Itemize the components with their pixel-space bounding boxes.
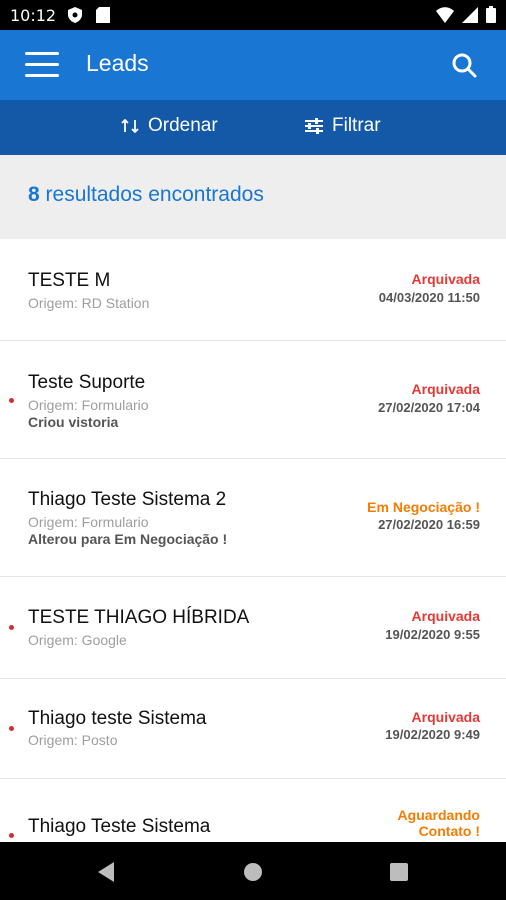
shield-icon bbox=[68, 7, 82, 23]
results-summary: 8 resultados encontrados bbox=[0, 155, 506, 239]
sort-filter-bar: Ordenar Filtrar bbox=[0, 100, 506, 155]
lead-status: Aguardando Contato ! bbox=[398, 807, 480, 839]
lead-date: 19/02/2020 9:49 bbox=[385, 727, 480, 742]
lead-status-line: Contato ! bbox=[418, 823, 480, 839]
lead-activity: Alterou para Em Negociação ! bbox=[28, 531, 228, 547]
lead-origin: Origem: Formulario bbox=[28, 397, 149, 413]
results-label: resultados encontrados bbox=[45, 183, 264, 206]
lead-item[interactable]: Teste Suporte Origem: Formulario Criou v… bbox=[0, 341, 506, 459]
navigation-bar bbox=[0, 842, 506, 900]
lead-date: 27/02/2020 17:04 bbox=[378, 400, 480, 415]
lead-origin: Origem: Google bbox=[28, 632, 127, 648]
lead-name: Thiago Teste Sistema bbox=[28, 816, 211, 837]
lead-status: Arquivada bbox=[411, 271, 480, 287]
lead-name: TESTE M bbox=[28, 270, 111, 291]
filter-button[interactable]: Filtrar bbox=[304, 115, 381, 137]
sort-icon bbox=[121, 119, 139, 133]
lead-date: 19/02/2020 9:55 bbox=[385, 627, 480, 642]
filter-icon bbox=[305, 118, 323, 134]
lead-status: Em Negociação ! bbox=[367, 499, 480, 515]
sort-button[interactable]: Ordenar bbox=[120, 115, 218, 137]
lead-item[interactable]: Thiago Teste Sistema Aguardando Contato … bbox=[0, 779, 506, 842]
lead-origin: Origem: Posto bbox=[28, 732, 118, 748]
lead-name: Teste Suporte bbox=[28, 372, 146, 393]
menu-icon[interactable] bbox=[25, 52, 59, 78]
results-count: 8 bbox=[28, 183, 40, 206]
lead-origin: Origem: RD Station bbox=[28, 295, 150, 311]
lead-name: TESTE THIAGO HÍBRIDA bbox=[28, 607, 250, 628]
filter-label: Filtrar bbox=[332, 115, 381, 136]
app-bar: Leads bbox=[0, 30, 506, 100]
lead-status: Arquivada bbox=[411, 608, 480, 624]
lead-status: Arquivada bbox=[411, 709, 480, 725]
wifi-icon bbox=[436, 6, 454, 23]
lead-item[interactable]: TESTE THIAGO HÍBRIDA Origem: Google Arqu… bbox=[0, 577, 506, 679]
page-title: Leads bbox=[86, 50, 149, 76]
recents-icon[interactable] bbox=[386, 859, 412, 885]
home-icon[interactable] bbox=[240, 859, 266, 885]
leads-list: TESTE M Origem: RD Station Arquivada 04/… bbox=[0, 239, 506, 842]
search-icon[interactable] bbox=[450, 51, 478, 79]
lead-item[interactable]: Thiago teste Sistema Origem: Posto Arqui… bbox=[0, 679, 506, 779]
lead-item[interactable]: Thiago Teste Sistema 2 Origem: Formulari… bbox=[0, 459, 506, 577]
status-bar: 10:12 bbox=[0, 0, 506, 30]
results-text: 8 resultados encontrados bbox=[28, 183, 264, 207]
signal-icon bbox=[462, 6, 478, 23]
lead-activity: Criou vistoria bbox=[28, 414, 119, 430]
lead-status: Arquivada bbox=[411, 381, 480, 397]
lead-item[interactable]: TESTE M Origem: RD Station Arquivada 04/… bbox=[0, 239, 506, 341]
lead-name: Thiago teste Sistema bbox=[28, 708, 207, 729]
unread-indicator bbox=[9, 398, 14, 403]
lead-date: 04/03/2020 11:50 bbox=[378, 290, 480, 305]
status-time: 10:12 bbox=[10, 6, 57, 25]
sort-label: Ordenar bbox=[148, 115, 218, 136]
lead-origin: Origem: Formulario bbox=[28, 514, 149, 530]
lead-status-line: Aguardando bbox=[397, 807, 480, 823]
lead-date: 27/02/2020 16:59 bbox=[378, 517, 480, 532]
sd-card-icon bbox=[96, 7, 110, 23]
back-icon[interactable] bbox=[94, 859, 120, 885]
unread-indicator bbox=[9, 833, 14, 838]
unread-indicator bbox=[9, 726, 14, 731]
unread-indicator bbox=[9, 625, 14, 630]
battery-icon bbox=[486, 6, 496, 23]
lead-name: Thiago Teste Sistema 2 bbox=[28, 489, 227, 510]
